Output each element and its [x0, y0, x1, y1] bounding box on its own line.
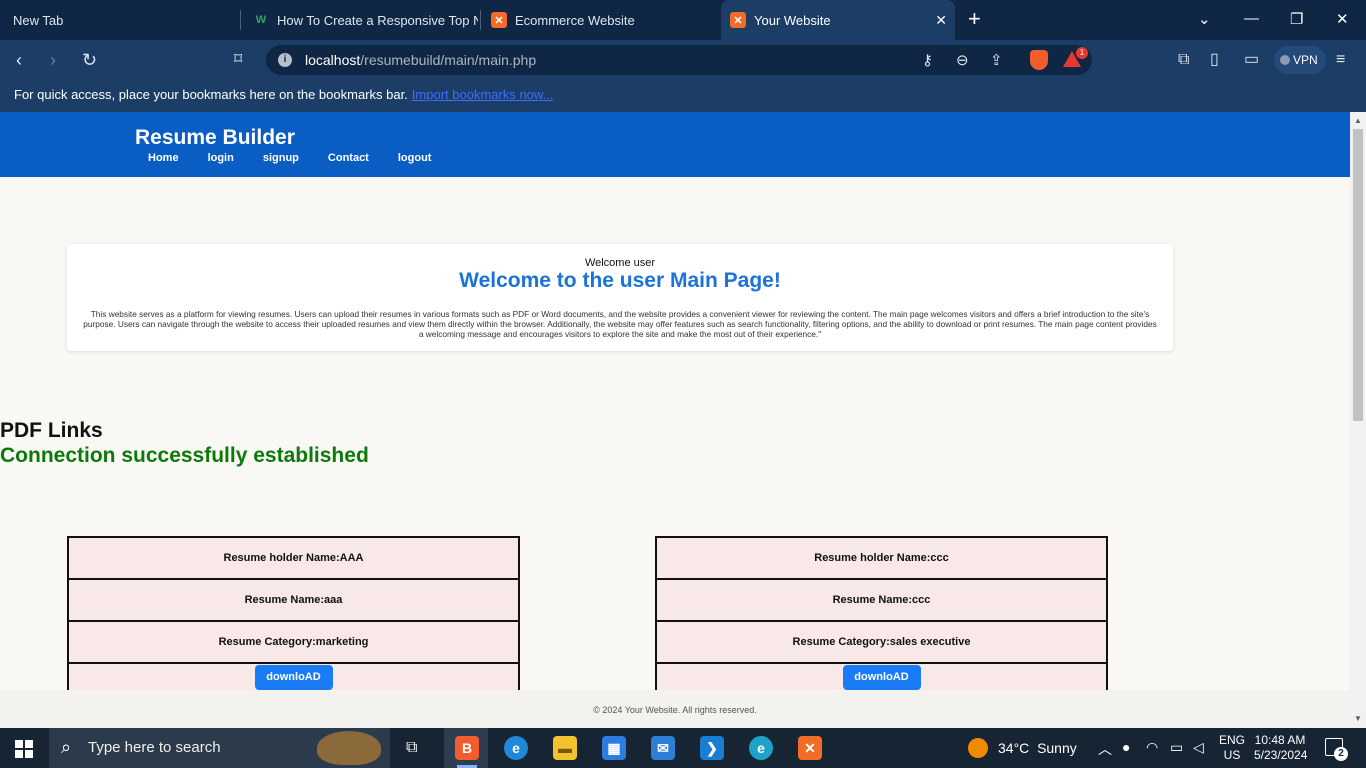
pdf-links-heading: PDF Links — [0, 419, 103, 442]
file-explorer-icon[interactable]: ▬ — [553, 736, 577, 760]
resume-card: Resume holder Name:ccc Resume Name:ccc R… — [655, 536, 1108, 706]
tab-new-tab[interactable]: New Tab — [0, 0, 240, 40]
menu-icon[interactable]: ≡ — [1336, 50, 1345, 70]
welcome-description: This website serves as a platform for vi… — [83, 309, 1157, 339]
welcome-card: Welcome user Welcome to the user Main Pa… — [67, 244, 1173, 351]
tab-strip: New Tab W How To Create a Responsive Top… — [0, 0, 1366, 40]
site-nav: Home login signup Contact logout — [148, 152, 460, 164]
download-button[interactable]: downloAD — [842, 665, 921, 690]
page-viewport: Resume Builder Home login signup Contact… — [0, 112, 1350, 728]
mail-icon[interactable]: ✉ — [651, 736, 675, 760]
scroll-thumb[interactable] — [1353, 129, 1363, 421]
rewards-badge: 1 — [1076, 47, 1088, 59]
tab-label: How To Create a Responsive Top Nav — [277, 12, 478, 28]
connection-status: Connection successfully established — [0, 444, 369, 467]
welcome-user-text: Welcome user — [584, 257, 656, 269]
site-info-icon[interactable]: i — [278, 53, 292, 67]
import-bookmarks-link[interactable]: Import bookmarks now... — [412, 87, 554, 102]
zoom-icon[interactable]: ⊖ — [956, 51, 969, 69]
minimize-button[interactable]: — — [1244, 10, 1259, 27]
tab-label: New Tab — [13, 12, 64, 28]
close-window-button[interactable]: ✕ — [1336, 10, 1349, 28]
resume-category: Resume Category:marketing — [69, 622, 518, 664]
tab-your-website[interactable]: ✕ Your Website ✕ — [721, 0, 955, 40]
nav-logout[interactable]: logout — [398, 152, 432, 164]
nav-login[interactable]: login — [208, 152, 234, 164]
download-button[interactable]: downloAD — [254, 665, 333, 690]
resume-card: Resume holder Name:AAA Resume Name:aaa R… — [67, 536, 520, 706]
tab-separator — [240, 10, 241, 30]
bookmarks-hint: For quick access, place your bookmarks h… — [14, 87, 408, 102]
scroll-down-icon[interactable]: ▼ — [1354, 714, 1362, 723]
w-favicon-icon: W — [255, 14, 267, 26]
site-footer: © 2024 Your Website. All rights reserved… — [0, 690, 1350, 728]
brave-shield-icon[interactable] — [1030, 50, 1048, 70]
sidebar-icon[interactable]: ▯ — [1210, 50, 1219, 70]
task-view-icon[interactable]: ⧉ — [406, 739, 417, 757]
bookmark-icon[interactable]: ⌑ — [234, 50, 242, 70]
weather-sun-icon[interactable] — [968, 738, 988, 758]
resume-holder: Resume holder Name:ccc — [657, 538, 1106, 580]
xampp-icon[interactable]: ✕ — [798, 736, 822, 760]
forward-arrow-icon[interactable]: › — [50, 50, 56, 70]
taskbar-search[interactable]: ⌕ Type here to search — [49, 728, 390, 768]
edge-icon[interactable]: e — [504, 736, 528, 760]
chevron-up-icon[interactable]: ︿ — [1098, 739, 1112, 759]
xampp-favicon-icon: ✕ — [730, 12, 746, 28]
resume-category: Resume Category:sales executive — [657, 622, 1106, 664]
wifi-icon[interactable]: ◠ — [1146, 739, 1158, 756]
search-placeholder: Type here to search — [88, 739, 221, 756]
nav-home[interactable]: Home — [148, 152, 179, 164]
tray-app-icon[interactable]: ● — [1122, 739, 1130, 755]
language-indicator[interactable]: ENG US — [1219, 733, 1245, 763]
edge-dev-icon[interactable]: e — [749, 736, 773, 760]
nav-signup[interactable]: signup — [263, 152, 299, 164]
address-bar[interactable]: i localhost/resumebuild/main/main.php ⚷ … — [266, 45, 1092, 75]
page-scrollbar[interactable]: ▲ ▼ — [1350, 112, 1366, 728]
vpn-button[interactable]: VPN — [1274, 46, 1326, 74]
welcome-heading: Welcome to the user Main Page! — [459, 269, 781, 292]
notification-count: 2 — [1334, 747, 1348, 761]
windows-start-icon[interactable] — [15, 740, 33, 758]
scroll-up-icon[interactable]: ▲ — [1354, 116, 1362, 125]
url-text[interactable]: localhost/resumebuild/main/main.php — [305, 52, 536, 68]
windows-taskbar: ⌕ Type here to search ⧉ B e ▬ ▦ ✉ ❯ e ✕ … — [0, 728, 1366, 768]
extensions-icon[interactable]: ⧉ — [1178, 50, 1189, 70]
site-header: Resume Builder Home login signup Contact… — [0, 112, 1350, 177]
vpn-status-icon — [1280, 55, 1290, 65]
key-icon[interactable]: ⚷ — [922, 51, 933, 69]
microsoft-store-icon[interactable]: ▦ — [602, 736, 626, 760]
clock[interactable]: 10:48 AM 5/23/2024 — [1254, 733, 1307, 763]
tab-responsive-nav[interactable]: W How To Create a Responsive Top Nav — [242, 0, 478, 40]
vscode-icon[interactable]: ❯ — [700, 736, 724, 760]
battery-icon[interactable]: ▭ — [1170, 739, 1183, 756]
tab-separator — [480, 10, 481, 30]
share-icon[interactable]: ⇪ — [990, 51, 1003, 69]
resume-name: Resume Name:ccc — [657, 580, 1106, 622]
resume-holder: Resume holder Name:AAA — [69, 538, 518, 580]
site-title: Resume Builder — [135, 126, 295, 149]
resume-name: Resume Name:aaa — [69, 580, 518, 622]
weather-widget[interactable]: 34°C Sunny — [998, 740, 1077, 756]
search-highlight-turtle-icon — [317, 731, 381, 765]
close-tab-icon[interactable]: ✕ — [935, 12, 947, 29]
restore-button[interactable]: ❐ — [1290, 10, 1303, 28]
search-icon: ⌕ — [61, 737, 72, 757]
tab-label: Your Website — [754, 12, 831, 28]
wallet-icon[interactable]: ▭ — [1244, 50, 1259, 70]
volume-icon[interactable]: ◁ — [1193, 739, 1204, 756]
tab-search-chevron-icon[interactable]: ⌄ — [1198, 10, 1211, 28]
brave-browser-icon[interactable]: B — [455, 736, 479, 760]
xampp-favicon-icon: ✕ — [491, 12, 507, 28]
tab-label: Ecommerce Website — [515, 12, 635, 28]
tab-ecommerce[interactable]: ✕ Ecommerce Website — [482, 0, 718, 40]
reload-icon[interactable]: ↻ — [82, 50, 97, 70]
new-tab-button[interactable]: + — [968, 8, 981, 30]
back-arrow-icon[interactable]: ‹ — [16, 50, 22, 70]
nav-contact[interactable]: Contact — [328, 152, 369, 164]
bookmarks-bar: For quick access, place your bookmarks h… — [0, 80, 1366, 112]
